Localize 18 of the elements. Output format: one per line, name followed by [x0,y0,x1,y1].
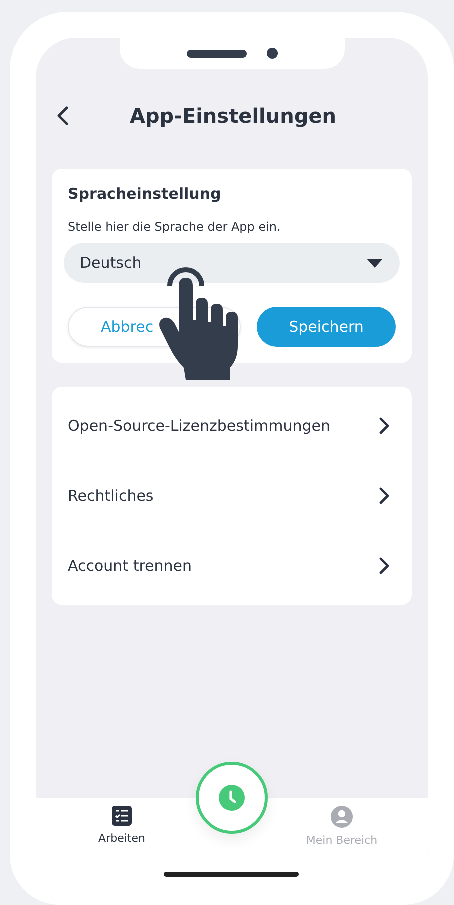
speaker-icon [186,50,246,58]
card-description: Stelle hier die Sprache der App ein. [68,220,282,234]
page-title: App-Einstellungen [130,104,337,128]
checklist-icon [112,806,132,826]
nav-tab[interactable]: Arbeiten [72,806,172,850]
settings-link[interactable]: Open-Source-Lizenzbestimmungen [52,391,412,461]
chevron-right-icon [378,487,390,505]
language-dropdown[interactable]: Deutsch [64,243,400,283]
clock-icon [219,785,245,811]
settings-link[interactable]: Rechtliches [52,461,412,531]
camera-icon [266,48,278,59]
chevron-right-icon [378,417,390,435]
card-title: Spracheinstellung [68,185,222,203]
settings-link[interactable]: Account trennen [52,531,412,601]
dropdown-caret-icon [366,258,384,268]
profile-icon [331,806,353,828]
chevron-right-icon [378,557,390,575]
back-icon[interactable] [56,105,70,127]
